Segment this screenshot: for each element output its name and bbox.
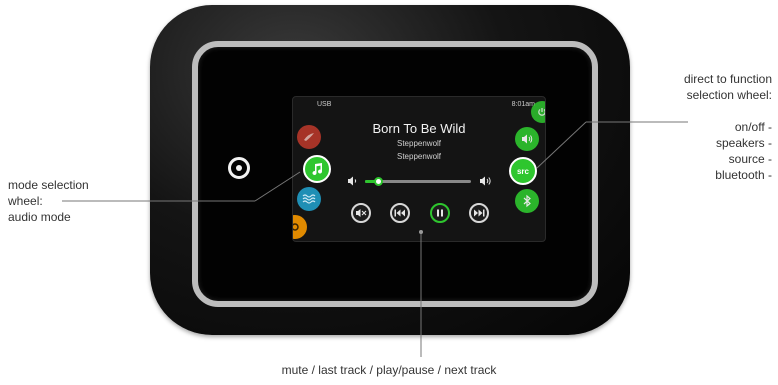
track-album: Steppenwolf <box>396 152 442 161</box>
annotation-line: bluetooth - <box>715 168 772 182</box>
mode-wheel-annotation: mode selection wheel: audio mode <box>8 177 89 225</box>
power-icon <box>538 108 545 116</box>
volume-high-icon[interactable] <box>479 175 493 187</box>
water-icon <box>302 194 316 204</box>
annotation-line: source - <box>728 152 772 166</box>
mute-icon <box>356 209 367 217</box>
touch-screen: USB 8:01am Born To Be Wild Steppenwolf S… <box>292 96 546 242</box>
annotation-line: speakers - <box>715 136 772 150</box>
mode-wheel-water[interactable] <box>297 187 321 211</box>
function-wheel-annotation: direct to function selection wheel: on/o… <box>684 71 772 183</box>
source-label: USB <box>317 101 332 108</box>
source-label-icon: src <box>516 166 529 176</box>
play-pause-button[interactable] <box>430 203 450 223</box>
bluetooth-icon <box>523 194 531 208</box>
jets-icon <box>304 133 314 141</box>
function-wheel-bluetooth[interactable] <box>515 189 539 213</box>
previous-track-icon <box>394 209 405 217</box>
volume-low-icon[interactable] <box>347 175 359 187</box>
mute-button[interactable] <box>351 203 371 223</box>
mode-wheel-jets[interactable] <box>297 125 321 149</box>
mode-wheel-light[interactable] <box>293 215 307 239</box>
speaker-icon <box>522 134 533 144</box>
light-icon <box>293 223 299 231</box>
annotation-line: mode selection <box>8 178 89 192</box>
next-track-button[interactable] <box>469 203 489 223</box>
mode-wheel-audio[interactable] <box>303 155 331 183</box>
annotation-line: direct to function <box>683 72 772 86</box>
previous-track-button[interactable] <box>390 203 410 223</box>
track-artist: Steppenwolf <box>396 139 442 148</box>
home-button-dot <box>236 165 242 171</box>
function-wheel-speakers[interactable] <box>515 127 539 151</box>
track-title: Born To Be Wild <box>372 121 466 136</box>
playback-controls-annotation: mute / last track / play/pause / next tr… <box>281 363 497 377</box>
annotation-line: wheel: <box>8 194 43 208</box>
annotation-line: on/off - <box>734 120 772 134</box>
music-note-icon <box>312 163 323 176</box>
next-track-icon <box>474 209 485 217</box>
progress-bar[interactable] <box>365 177 471 186</box>
home-button[interactable] <box>228 157 250 179</box>
function-wheel-power[interactable] <box>531 101 545 123</box>
annotation-line: selection wheel: <box>686 88 772 102</box>
progress-knob[interactable] <box>373 177 383 186</box>
annotation-line: audio mode <box>8 210 71 224</box>
annotation-spacer <box>684 103 772 119</box>
function-wheel-source[interactable]: src <box>509 157 537 185</box>
pause-icon <box>437 209 443 217</box>
